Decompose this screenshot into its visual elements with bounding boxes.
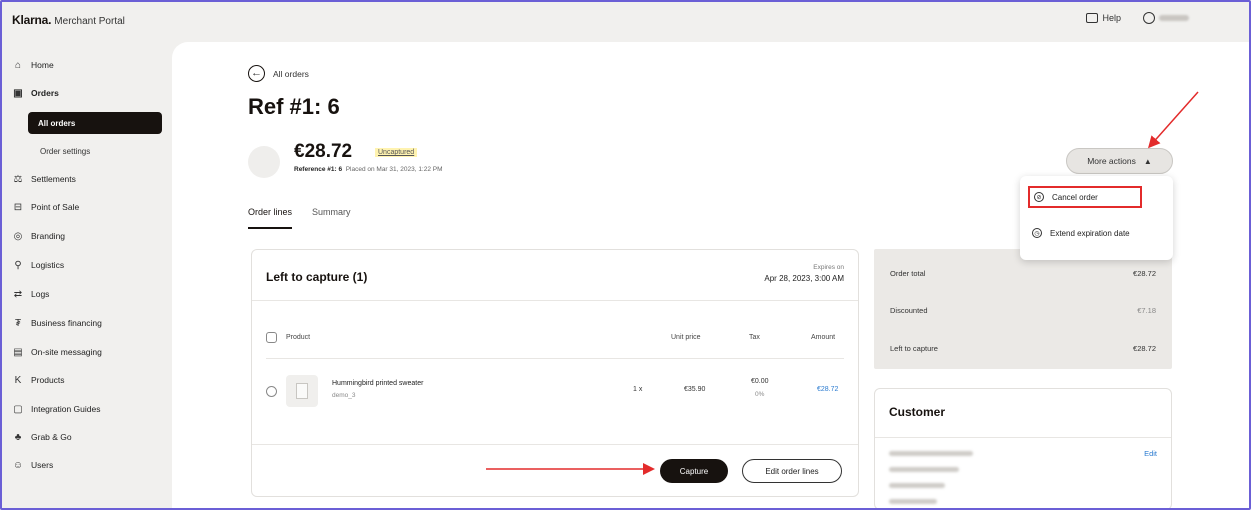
arrow-to-more-actions (1148, 91, 1199, 149)
annotation-arrows (486, 91, 1199, 475)
